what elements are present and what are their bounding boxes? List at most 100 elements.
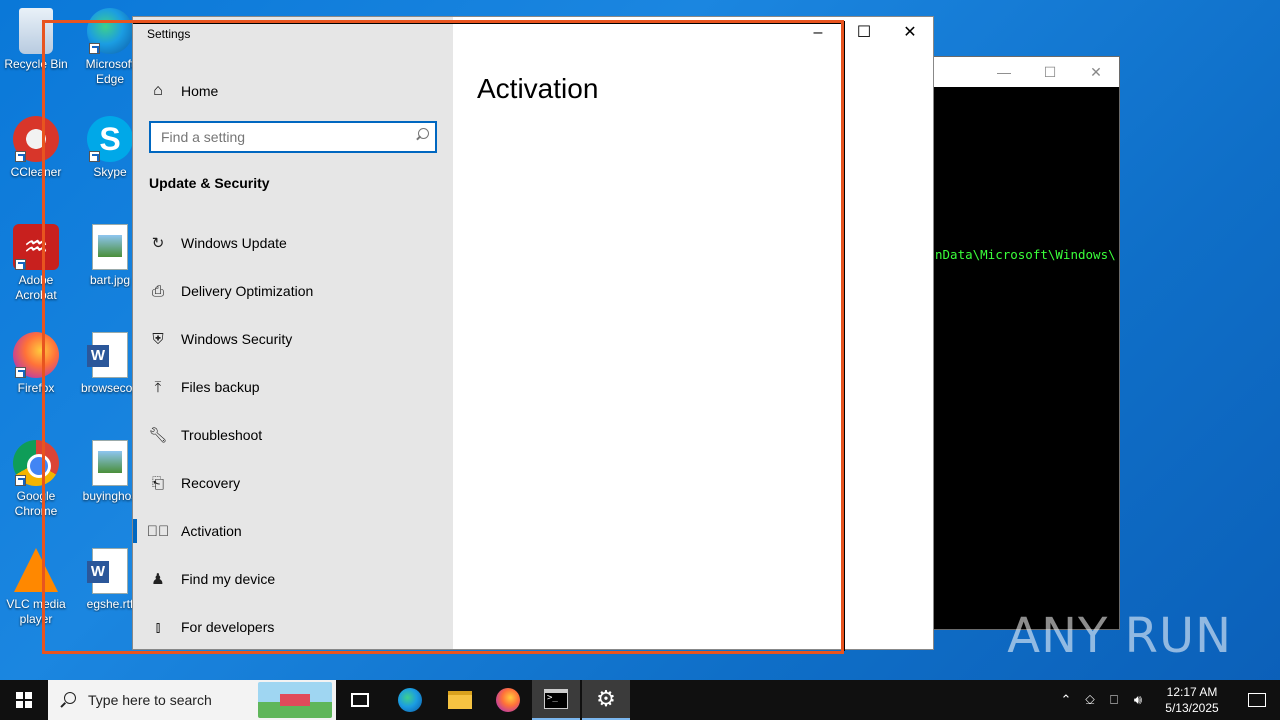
settings-search[interactable] <box>149 121 437 153</box>
shortcut-arrow-icon <box>15 475 26 486</box>
console-output: nData\Microsoft\Windows\ <box>935 247 1116 262</box>
desktop-icon-firefox[interactable]: Firefox <box>0 332 72 396</box>
desktop-icon-label: CCleaner <box>10 165 62 179</box>
task-view-icon <box>351 693 369 707</box>
shortcut-arrow-icon <box>15 367 26 378</box>
desktop-icon-label: Adobe Acrobat <box>15 273 57 302</box>
nav-item-label: Windows Security <box>181 331 293 347</box>
network-icon[interactable]: ⎕ <box>1102 692 1126 708</box>
nav-item-label: Recovery <box>181 475 241 491</box>
desktop-icon-recycle-bin[interactable]: Recycle Bin <box>0 8 72 72</box>
shortcut-arrow-icon <box>15 259 26 270</box>
minimize-icon[interactable]: — <box>981 57 1027 87</box>
edge-icon <box>87 8 133 54</box>
nav-item-activation[interactable]: ✓⃝ Activation <box>133 507 453 555</box>
close-icon: ✕ <box>903 24 917 41</box>
taskbar-edge[interactable] <box>386 680 434 720</box>
search-icon[interactable] <box>418 128 429 139</box>
search-highlight-image <box>258 682 332 718</box>
home-label: Home <box>181 83 219 99</box>
chevron-up-icon[interactable]: ⌃ <box>1054 692 1078 708</box>
home-icon: ⌂ <box>153 82 163 99</box>
image-file-icon <box>92 440 128 486</box>
close-button[interactable]: ✕ <box>887 17 933 49</box>
taskbar-cmd[interactable] <box>532 680 580 720</box>
taskbar-search-text: Type here to search <box>88 692 212 708</box>
nav-item-windows-security[interactable]: ⛨ Windows Security <box>133 315 453 363</box>
chrome-icon <box>13 440 59 486</box>
find-device-icon: ♟ <box>151 571 165 588</box>
desktop-icon-label: VLC media player <box>6 597 66 626</box>
delivery-optimization-icon: ⎙ <box>151 282 164 300</box>
watermark: ANY RUN <box>1007 608 1232 664</box>
windows-logo-icon <box>16 692 32 708</box>
edge-icon <box>398 688 422 712</box>
backup-arrow-icon: ⤒ <box>154 378 162 396</box>
nav-item-find-my-device[interactable]: ♟ Find my device <box>133 555 453 603</box>
nav-item-windows-update[interactable]: ↻ Windows Update <box>133 219 453 267</box>
ccleaner-icon <box>13 116 59 162</box>
section-title: Update & Security <box>149 175 270 191</box>
taskbar: Type here to search ⚙ ⌃ ⎐ ⎕ 🔊︎ 12:17 AM … <box>0 680 1280 720</box>
settings-window[interactable]: Activation Settings – ☐ ✕ ⌂ Home Update … <box>132 16 934 651</box>
desktop-icon-ccleaner[interactable]: CCleaner <box>0 116 72 180</box>
wrench-icon: 🔧︎ <box>148 427 168 444</box>
firefox-icon <box>496 688 520 712</box>
settings-content: Activation <box>453 17 841 649</box>
nav-item-label: Windows Update <box>181 235 287 251</box>
vlc-icon <box>14 548 58 592</box>
search-icon <box>60 692 76 708</box>
system-tray: ⌃ ⎐ ⎕ 🔊︎ 12:17 AM 5/13/2025 <box>1054 680 1280 720</box>
nav-item-troubleshoot[interactable]: 🔧︎ Troubleshoot <box>133 411 453 459</box>
nav-item-label: Find my device <box>181 571 276 587</box>
shortcut-arrow-icon <box>15 151 26 162</box>
nav-item-label: For developers <box>181 619 275 635</box>
maximize-icon: ☐ <box>856 24 872 41</box>
window-extension <box>845 17 933 649</box>
nav-item-files-backup[interactable]: ⤒ Files backup <box>133 363 453 411</box>
nav-item-label: Delivery Optimization <box>181 283 314 299</box>
desktop-icon-label: Recycle Bin <box>4 57 68 71</box>
notification-button[interactable] <box>1234 680 1280 720</box>
shortcut-arrow-icon <box>89 43 100 54</box>
nav-item-label: Activation <box>181 523 242 539</box>
volume-icon[interactable]: 🔊︎ <box>1126 692 1150 708</box>
desktop-icon-acrobat[interactable]: ♒ Adobe Acrobat <box>0 224 72 303</box>
desktop-icon-label: Google Chrome <box>14 489 58 518</box>
word-file-icon <box>87 332 128 378</box>
nav-item-label: Troubleshoot <box>181 427 263 443</box>
taskbar-firefox[interactable] <box>484 680 532 720</box>
task-view-button[interactable] <box>336 680 384 720</box>
nav-item-for-developers[interactable]: ⫾ For developers <box>133 603 453 651</box>
clock-date: 5/13/2025 <box>1165 701 1219 715</box>
usb-device-icon[interactable]: ⎐ <box>1078 692 1102 708</box>
notification-icon <box>1248 693 1266 707</box>
word-file-icon <box>87 548 128 594</box>
nav-item-delivery-optimization[interactable]: ⎙ Delivery Optimization <box>133 267 453 315</box>
taskbar-file-explorer[interactable] <box>436 680 484 720</box>
desktop-icon-chrome[interactable]: Google Chrome <box>0 440 72 519</box>
taskbar-settings[interactable]: ⚙ <box>582 680 630 720</box>
start-button[interactable] <box>0 680 48 720</box>
taskbar-search[interactable]: Type here to search <box>48 680 336 720</box>
image-file-icon <box>92 224 128 270</box>
firefox-icon <box>13 332 59 378</box>
folder-icon <box>448 691 472 709</box>
close-icon[interactable]: ✕ <box>1073 57 1119 87</box>
maximize-icon[interactable]: ☐ <box>1027 57 1073 87</box>
home-link[interactable]: ⌂ Home <box>149 79 218 103</box>
sync-icon: ↻ <box>151 235 165 252</box>
settings-titlebar[interactable]: Settings – ☐ ✕ <box>133 17 933 49</box>
window-title: Settings <box>147 27 191 41</box>
minimize-button[interactable]: – <box>795 17 841 49</box>
nav-item-recovery[interactable]: ⎗ Recovery <box>133 459 453 507</box>
search-input[interactable] <box>151 123 401 151</box>
maximize-button[interactable]: ☐ <box>841 17 887 49</box>
page-title: Activation <box>477 73 599 104</box>
desktop-icon-vlc[interactable]: VLC media player <box>0 548 72 627</box>
shortcut-arrow-icon <box>89 151 100 162</box>
developer-tools-icon: ⫾ <box>155 618 161 636</box>
clock[interactable]: 12:17 AM 5/13/2025 <box>1156 684 1228 716</box>
check-circle-icon: ✓⃝ <box>146 522 170 540</box>
cmd-icon <box>544 689 568 709</box>
